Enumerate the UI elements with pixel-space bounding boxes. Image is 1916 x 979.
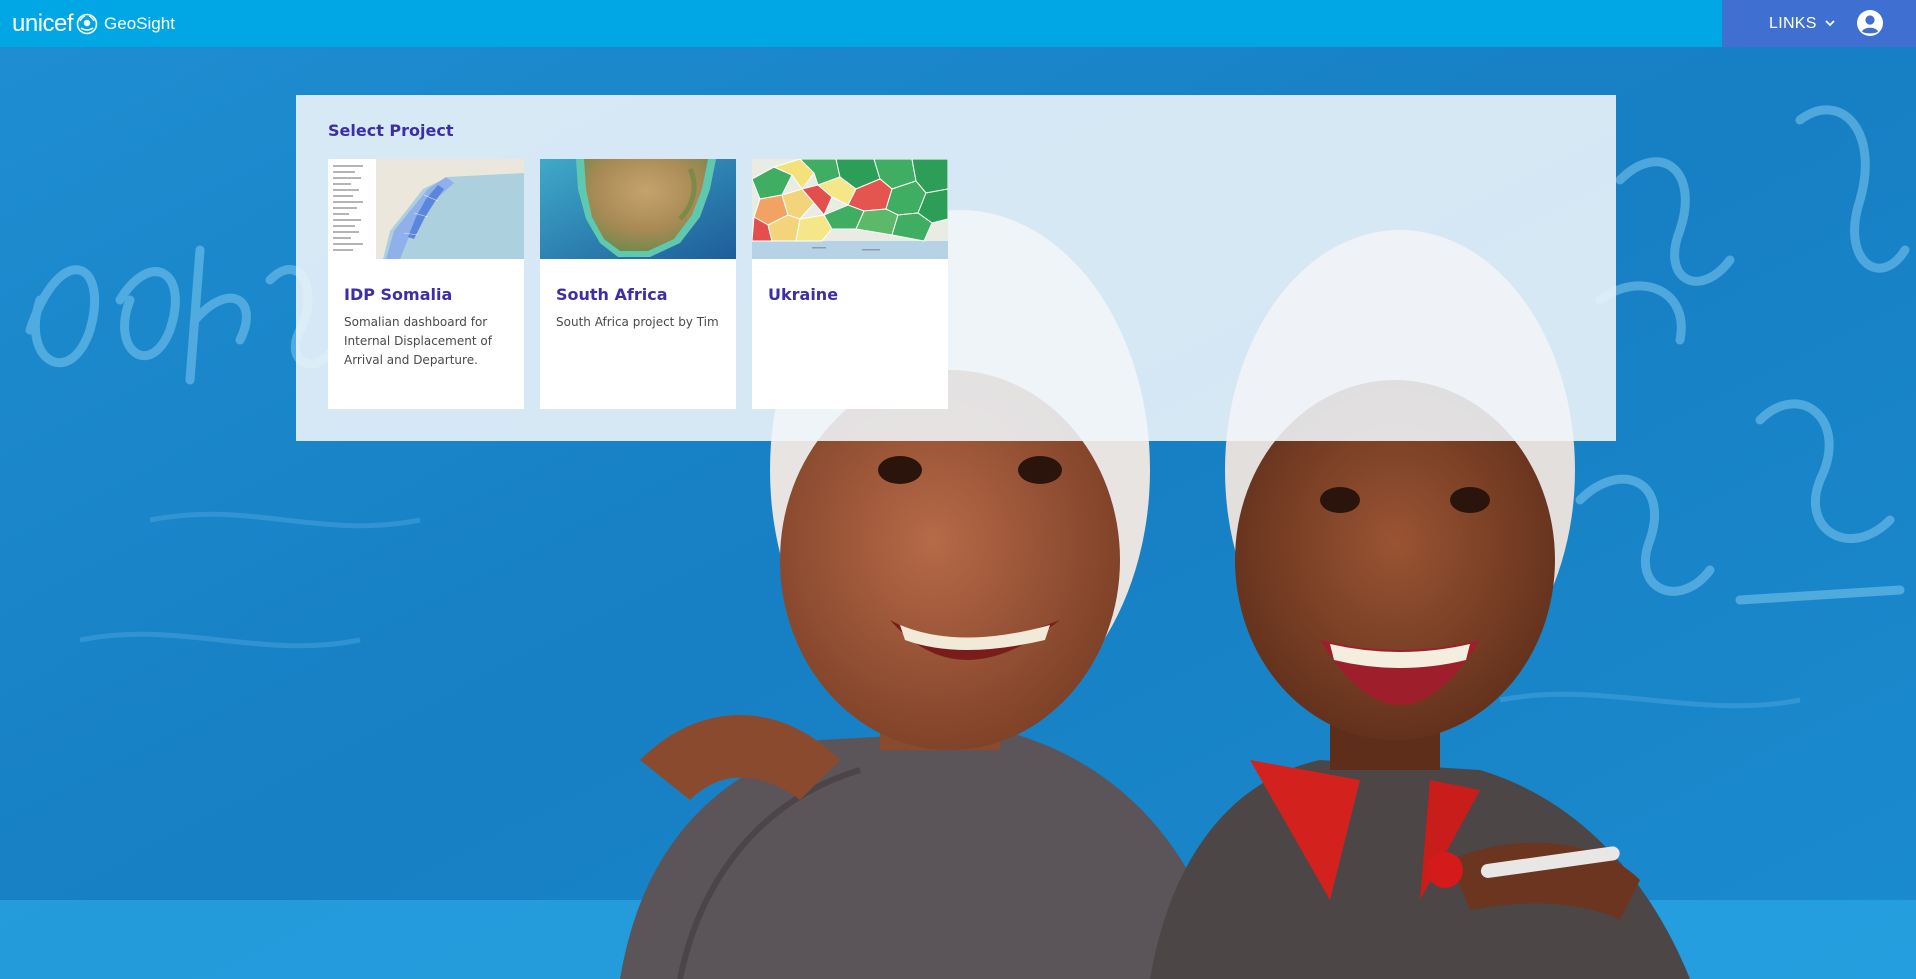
app-name: GeoSight <box>104 14 175 33</box>
unicef-emblem-icon <box>76 13 98 34</box>
project-description: Somalian dashboard for Internal Displace… <box>344 315 492 367</box>
panel-title: Select Project <box>328 121 454 140</box>
brand-logo[interactable]: unicef GeoSight <box>12 0 175 47</box>
project-card-ukraine[interactable]: Ukraine <box>752 159 948 409</box>
project-card-south-africa[interactable]: South Africa South Africa project by Tim <box>540 159 736 409</box>
project-description: South Africa project by Tim <box>556 315 719 329</box>
project-name: South Africa <box>556 285 668 304</box>
page: unicef GeoSight LINKS Select Project IDP… <box>0 0 1916 979</box>
chevron-down-icon <box>1825 20 1835 27</box>
links-label: LINKS <box>1769 14 1817 32</box>
select-project-panel: Select Project IDP Somalia Somalian dash… <box>296 95 1616 441</box>
project-card-idp-somalia[interactable]: IDP Somalia Somalian dashboard for Inter… <box>328 159 524 409</box>
project-thumbnail-idp-somalia <box>328 159 524 259</box>
project-name: Ukraine <box>768 285 839 304</box>
project-thumbnail-ukraine <box>752 159 948 259</box>
account-circle-icon[interactable] <box>1856 9 1884 37</box>
header-menu-area: LINKS <box>1722 0 1916 47</box>
project-name: IDP Somalia <box>344 285 453 304</box>
top-navigation-bar: unicef GeoSight LINKS <box>0 0 1916 47</box>
links-dropdown-button[interactable]: LINKS <box>1769 0 1835 47</box>
project-thumbnail-south-africa <box>540 159 736 259</box>
brand-wordmark: unicef <box>12 9 74 37</box>
